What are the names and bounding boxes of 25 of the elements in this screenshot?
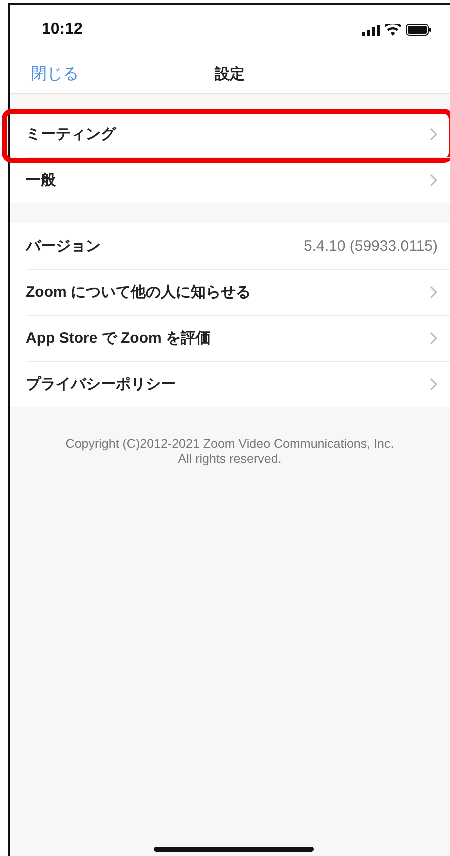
chevron-icon: [430, 378, 438, 390]
copyright-text: Copyright (C)2012-2021 Zoom Video Communications, Inc.: [66, 437, 394, 452]
row-label: バージョン: [26, 236, 101, 256]
settings-row[interactable]: ミーティング: [10, 111, 450, 157]
page-title: 設定: [215, 66, 245, 82]
settings-row[interactable]: プライバシーポリシー: [10, 361, 450, 407]
row-label: Zoom について他の人に知らせる: [26, 282, 251, 302]
row-label: App Store で Zoom を評価: [26, 328, 211, 348]
wifi-icon: [385, 24, 401, 36]
settings-row[interactable]: Zoom について他の人に知らせる: [10, 269, 450, 315]
row-label: プライバシーポリシー: [26, 374, 176, 394]
chevron-icon: [430, 128, 438, 140]
status-time: 10:12: [42, 21, 83, 39]
chevron-icon: [430, 332, 438, 344]
copyright-text: All rights reserved.: [178, 452, 282, 467]
settings-row[interactable]: 一般: [10, 157, 450, 203]
row-label: ミーティング: [26, 124, 116, 144]
row-label: 一般: [26, 170, 56, 190]
battery-icon: [406, 24, 432, 36]
signal-icon: [362, 24, 380, 36]
settings-row[interactable]: バージョン 5.4.10 (59933.0115): [10, 223, 450, 269]
settings-row[interactable]: App Store で Zoom を評価: [10, 315, 450, 361]
version-value: 5.4.10 (59933.0115): [304, 238, 438, 254]
chevron-icon: [430, 174, 438, 186]
chevron-icon: [430, 286, 438, 298]
